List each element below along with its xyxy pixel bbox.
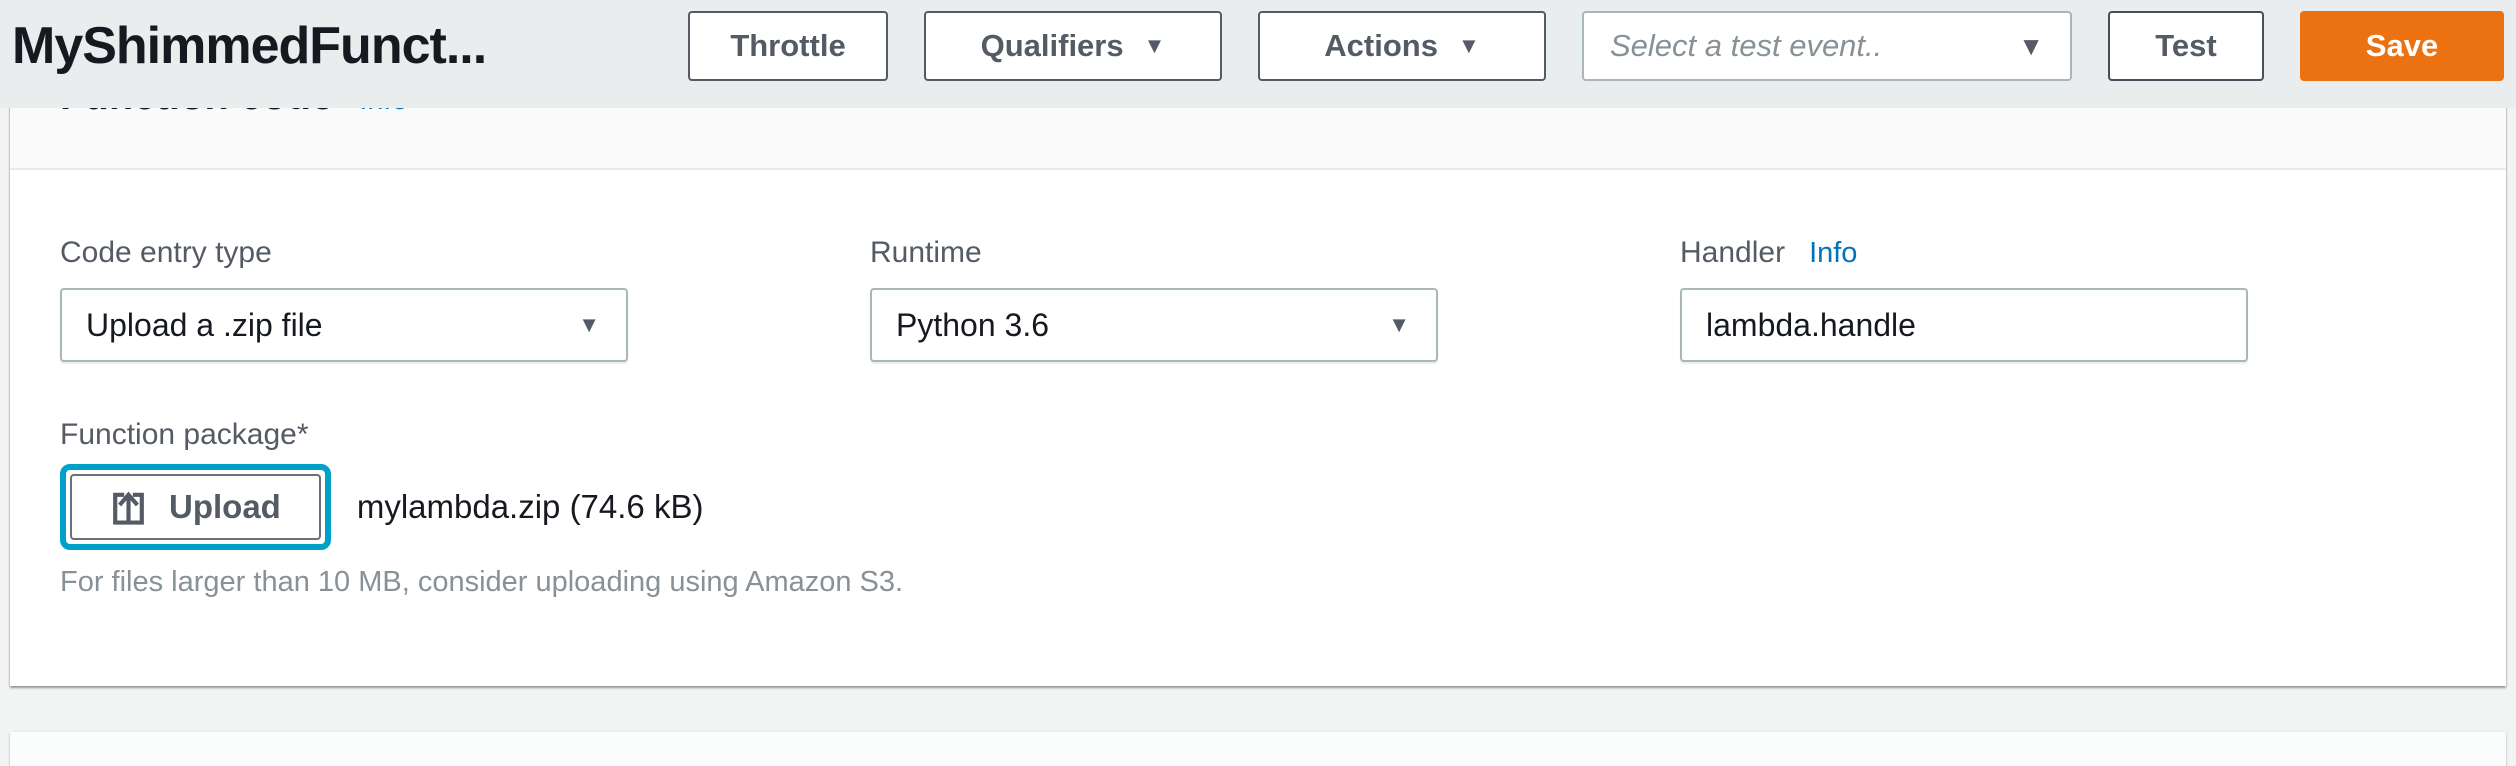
upload-helper-text: For files larger than 10 MB, consider up… bbox=[60, 566, 2456, 599]
upload-button-label: Upload bbox=[169, 488, 281, 526]
save-button[interactable]: Save bbox=[2300, 11, 2504, 81]
qualifiers-dropdown-button[interactable]: Qualifiers ▼ bbox=[924, 11, 1222, 81]
test-event-select[interactable]: Select a test event.. ▼ bbox=[1582, 11, 2072, 81]
caret-down-icon: ▼ bbox=[578, 314, 600, 336]
runtime-label: Runtime bbox=[870, 236, 1438, 270]
code-entry-type-select[interactable]: Upload a .zip file ▼ bbox=[60, 288, 628, 362]
code-entry-type-value: Upload a .zip file bbox=[86, 307, 323, 344]
actions-button-label: Actions bbox=[1324, 28, 1438, 64]
handler-input[interactable] bbox=[1680, 288, 2248, 362]
function-header-bar: MyShimmedFunct... Throttle Qualifiers ▼ … bbox=[0, 0, 2516, 108]
handler-label-text: Handler bbox=[1680, 236, 1785, 270]
upload-button[interactable]: Upload bbox=[70, 474, 321, 540]
function-code-card-body: Code entry type Runtime Handler Info Uplo… bbox=[10, 170, 2506, 599]
caret-down-icon: ▼ bbox=[1388, 314, 1410, 336]
lambda-console-screen: MyShimmedFunct... Throttle Qualifiers ▼ … bbox=[0, 0, 2516, 766]
caret-down-icon: ▼ bbox=[1458, 35, 1480, 57]
runtime-select[interactable]: Python 3.6 ▼ bbox=[870, 288, 1438, 362]
upload-button-focus-ring: Upload bbox=[60, 464, 331, 550]
handler-label: Handler Info bbox=[1680, 236, 2248, 270]
uploaded-file-info: mylambda.zip (74.6 kB) bbox=[357, 488, 704, 526]
throttle-button[interactable]: Throttle bbox=[688, 11, 888, 81]
upload-icon bbox=[110, 489, 147, 526]
next-section-card bbox=[10, 732, 2506, 766]
code-entry-type-label: Code entry type bbox=[60, 236, 628, 270]
caret-down-icon: ▼ bbox=[2018, 33, 2044, 59]
handler-info-link[interactable]: Info bbox=[1809, 237, 1857, 270]
actions-dropdown-button[interactable]: Actions ▼ bbox=[1258, 11, 1546, 81]
caret-down-icon: ▼ bbox=[1144, 35, 1166, 57]
test-button-label: Test bbox=[2155, 28, 2216, 64]
test-button[interactable]: Test bbox=[2108, 11, 2264, 81]
function-title: MyShimmedFunct... bbox=[12, 16, 486, 76]
qualifiers-button-label: Qualifiers bbox=[981, 28, 1124, 64]
header-actions: Throttle Qualifiers ▼ Actions ▼ Select a… bbox=[688, 11, 2504, 81]
function-package-row: Upload mylambda.zip (74.6 kB) bbox=[60, 464, 2456, 550]
test-event-placeholder: Select a test event.. bbox=[1610, 28, 1882, 64]
throttle-button-label: Throttle bbox=[730, 28, 845, 64]
function-code-card: Function codeInfo Code entry type Runtim… bbox=[10, 58, 2506, 686]
code-settings-grid: Code entry type Runtime Handler Info Uplo… bbox=[60, 236, 2456, 362]
runtime-value: Python 3.6 bbox=[896, 307, 1049, 344]
function-package-label: Function package* bbox=[60, 418, 2456, 452]
save-button-label: Save bbox=[2366, 28, 2438, 64]
